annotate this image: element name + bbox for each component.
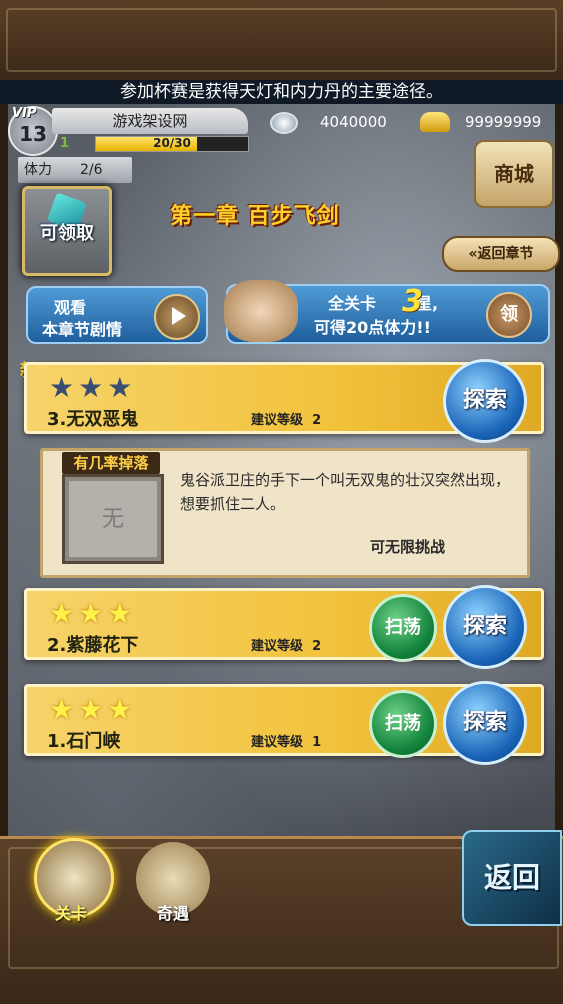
gold-amount: 99999999: [465, 113, 542, 131]
top-frame: [0, 0, 563, 83]
sweep-button[interactable]: 扫荡: [369, 690, 437, 758]
explore-button[interactable]: 探索: [443, 585, 527, 669]
vip-badge[interactable]: VIP 13: [8, 106, 58, 156]
gold-ingot-icon: [420, 112, 450, 132]
drop-item-slot: 无: [62, 474, 164, 564]
adventure-tab-label[interactable]: 奇遇: [128, 900, 218, 924]
recommended-level: 建议等级 2: [251, 413, 322, 428]
scroll-notice: 参加杯赛是获得天灯和内力丹的主要途径。: [0, 80, 563, 104]
stage-name: 3.无双恶鬼: [47, 409, 139, 430]
return-button[interactable]: 返回: [462, 830, 562, 926]
stage-name: 2.紫藤花下: [47, 635, 139, 656]
left-frame: [0, 80, 8, 840]
exp-bar: 20/30: [95, 136, 249, 152]
reward-line2: 可得20点体力!!: [314, 318, 431, 337]
exp-text: 20/30: [153, 136, 191, 150]
stage-row[interactable]: ★★★ 2.紫藤花下 建议等级 2 扫荡 探索: [24, 585, 544, 669]
story-line2: 本章节剧情: [42, 320, 123, 339]
vip-label: VIP: [12, 106, 37, 121]
vip-level: 13: [19, 122, 47, 146]
unlimited-challenge-text: 可无限挑战: [370, 538, 446, 556]
story-line1: 观看: [54, 298, 87, 317]
recommended-level: 建议等级 1: [251, 735, 322, 750]
character-portrait: [224, 280, 298, 342]
silver-coin-icon: [270, 112, 298, 134]
stamina-label: 体力: [24, 162, 52, 178]
stamina-value: 2/6: [80, 162, 103, 178]
play-icon: [154, 294, 200, 340]
explore-button[interactable]: 探索: [443, 681, 527, 765]
claim-star-reward-button[interactable]: 领: [486, 292, 532, 338]
sweep-button[interactable]: 扫荡: [369, 594, 437, 662]
claim-reward-button[interactable]: 可领取: [22, 186, 112, 276]
drop-none-text: 无: [101, 507, 124, 532]
star-rating: ★★★: [49, 371, 137, 404]
stage-row[interactable]: ★★★ 3.无双恶鬼 建议等级 2 探索: [24, 359, 544, 443]
stamina-bar: 体力 2/6: [18, 157, 132, 183]
shop-button[interactable]: 商城: [474, 140, 554, 208]
drop-chance-label: 有几率掉落: [62, 452, 160, 474]
star-reward-banner: 全关卡 星, 3 可得20点体力!! 领: [224, 280, 550, 344]
star-rating: ★★★: [49, 693, 137, 726]
claim-label: 可领取: [40, 223, 94, 244]
star-rating: ★★★: [49, 597, 137, 630]
stage-description: 鬼谷派卫庄的手下一个叫无双鬼的壮汉突然出现，想要抓住二人。: [180, 471, 511, 513]
stage-row[interactable]: ★★★ 1.石门峡 建议等级 1 扫荡 探索: [24, 681, 544, 765]
silver-amount: 4040000: [320, 113, 387, 131]
right-frame: [555, 80, 563, 840]
player-level: 1: [60, 136, 70, 151]
player-name[interactable]: 游戏架设网: [52, 108, 248, 134]
back-to-chapter-button[interactable]: «返回章节: [442, 236, 560, 272]
watch-story-button[interactable]: 观看 本章节剧情: [26, 286, 208, 344]
back-chapter-label: 返回章节: [477, 246, 534, 262]
chapter-title: 第一章 百步飞剑: [170, 204, 340, 229]
double-chevron-left-icon: «: [468, 246, 478, 262]
levels-tab-label[interactable]: 关卡: [26, 900, 116, 924]
recommended-level: 建议等级 2: [251, 639, 322, 654]
stage-name: 1.石门峡: [47, 731, 121, 752]
explore-button[interactable]: 探索: [443, 359, 527, 443]
